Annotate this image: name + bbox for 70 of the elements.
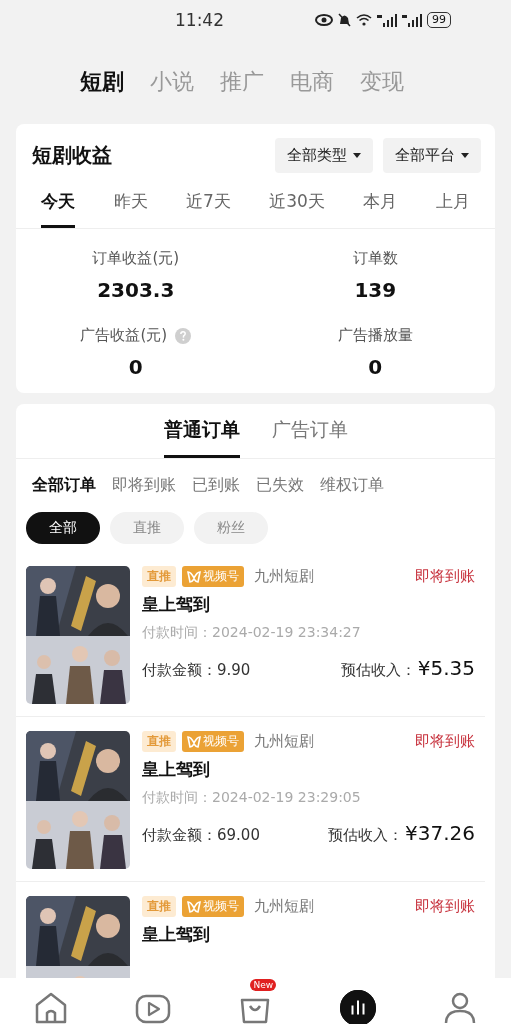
filter-chip[interactable]: 粉丝 xyxy=(194,512,268,544)
pay-time-label: 付款时间： xyxy=(142,624,212,642)
caret-icon xyxy=(461,152,469,158)
category-tab[interactable]: 短剧 xyxy=(80,67,124,97)
period-tab[interactable]: 近30天 xyxy=(269,176,325,228)
pay-time-label: 付款时间： xyxy=(142,789,212,807)
tag-label: 直推 xyxy=(147,733,171,750)
stat-label: 订单收益(元) xyxy=(92,249,180,268)
stat-value: 0 xyxy=(128,355,143,379)
drama-title: 皇上驾到 xyxy=(142,923,211,946)
stat-label: 广告播放量 xyxy=(337,326,413,345)
signal-icon xyxy=(377,13,397,27)
filter-chip[interactable]: 直推 xyxy=(110,512,184,544)
tag-label: 直推 xyxy=(147,568,171,585)
stat-value: 139 xyxy=(354,278,397,302)
signal-icon xyxy=(402,13,422,27)
payment-amount: 付款金额：9.90 xyxy=(142,661,251,680)
pay-time: 2024-02-19 23:29:05 xyxy=(212,789,361,807)
income-label: 预估收入： xyxy=(340,661,416,680)
pay-time: 2024-02-19 23:34:27 xyxy=(212,624,361,642)
eye-icon xyxy=(315,14,333,26)
status-tab[interactable]: 已失效 xyxy=(256,475,304,496)
battery-level: 99 xyxy=(427,12,451,28)
order-status: 即将到账 xyxy=(415,732,475,751)
status-tab[interactable]: 维权订单 xyxy=(320,475,384,496)
estimated-income: ¥5.35 xyxy=(417,656,475,680)
stat-value: 0 xyxy=(368,355,383,379)
person-icon[interactable] xyxy=(442,992,477,1024)
drama-title: 皇上驾到 xyxy=(142,758,211,781)
new-badge: New xyxy=(250,979,277,991)
status-time: 11:42 xyxy=(175,10,224,30)
caret-icon xyxy=(353,152,361,158)
play-icon[interactable] xyxy=(135,994,172,1024)
order-status: 即将到账 xyxy=(415,897,475,916)
filter-dropdown[interactable]: 全部平台 xyxy=(383,137,481,173)
order-type-tab[interactable]: 广告订单 xyxy=(271,404,348,458)
status-tab[interactable]: 已到账 xyxy=(192,475,240,496)
mute-bell-icon xyxy=(338,13,351,27)
drama-title: 皇上驾到 xyxy=(142,593,211,616)
estimated-income: ¥37.26 xyxy=(405,821,475,845)
platform-name: 九州短剧 xyxy=(254,567,314,586)
stat-label: 订单数 xyxy=(352,249,398,268)
wifi-icon xyxy=(356,14,372,26)
filter-chip[interactable]: 全部 xyxy=(26,512,100,544)
tag-label: 视频号 xyxy=(203,568,239,585)
filter-dropdown[interactable]: 全部类型 xyxy=(275,137,373,173)
period-tab[interactable]: 上月 xyxy=(435,176,470,228)
home-icon[interactable] xyxy=(34,992,69,1024)
stat-value: 2303.3 xyxy=(97,278,175,302)
tag-label: 视频号 xyxy=(203,733,239,750)
stat-label: 广告收益(元) xyxy=(80,326,168,345)
payment-amount: 付款金额：69.00 xyxy=(142,826,260,845)
tag-label: 直推 xyxy=(147,898,171,915)
status-tab[interactable]: 全部订单 xyxy=(32,475,96,496)
period-tab[interactable]: 今天 xyxy=(41,176,76,228)
platform-name: 九州短剧 xyxy=(254,897,314,916)
butterfly-icon xyxy=(187,570,201,583)
tag-label: 视频号 xyxy=(203,898,239,915)
income-label: 预估收入： xyxy=(328,826,403,845)
period-tab[interactable]: 本月 xyxy=(363,176,398,228)
butterfly-icon xyxy=(187,735,201,748)
period-tab[interactable]: 昨天 xyxy=(113,176,148,228)
platform-name: 九州短剧 xyxy=(254,732,314,751)
card-title: 短剧收益 xyxy=(32,141,112,169)
butterfly-icon xyxy=(187,900,201,913)
order-status: 即将到账 xyxy=(415,567,475,586)
status-tab[interactable]: 即将到账 xyxy=(112,475,176,496)
order-type-tab[interactable]: 普通订单 xyxy=(163,404,240,458)
period-tab[interactable]: 近7天 xyxy=(186,176,231,228)
bar-chart-icon[interactable] xyxy=(339,990,376,1024)
